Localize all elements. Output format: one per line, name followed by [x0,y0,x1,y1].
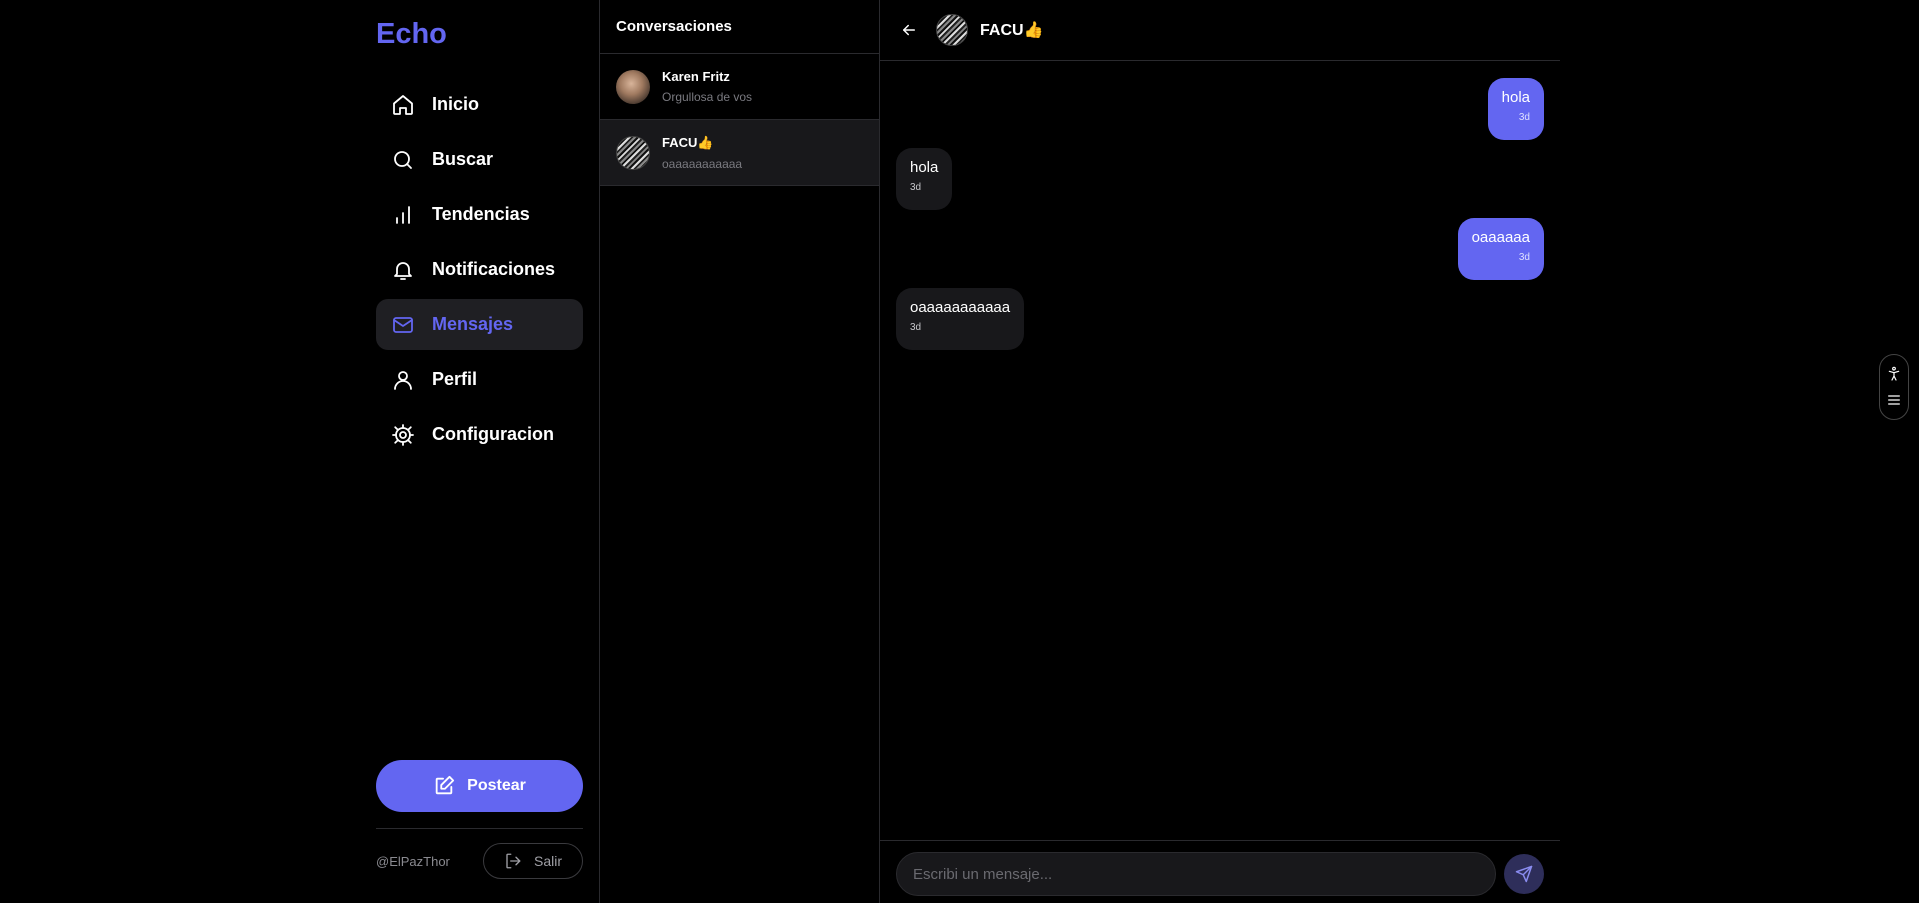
avatar [616,69,650,104]
logout-label: Salir [533,853,562,869]
chat-contact-name: FACU👍 [980,22,1044,39]
menu-icon[interactable] [1886,392,1902,408]
chat-avatar [936,14,968,46]
user-handle: @ElPazThor [376,853,450,869]
nav-item-configuracion[interactable]: Configuracion [376,409,583,460]
nav-item-label: Perfil [432,369,478,389]
post-button[interactable]: Postear [376,760,583,812]
accessibility-icon[interactable] [1886,366,1902,382]
message-bubble-incoming: oaaaaaaaaaaa 3d [896,288,1025,350]
message-time: 3d [1518,252,1530,263]
conversation-name: Karen Fritz [662,69,730,84]
message-bubble-incoming: hola 3d [896,148,953,210]
nav-item-label: Configuracion [432,424,554,444]
send-button[interactable] [1504,854,1544,894]
mail-icon [391,313,415,337]
message-bubble-outgoing: oaaaaaa 3d [1457,218,1544,280]
app-logo[interactable]: Echo [376,18,447,51]
message-row: hola 3d [896,148,1544,210]
conversation-preview: Orgullosa de vos [662,90,753,104]
conversation-text: FACU👍 oaaaaaaaaaaa [662,135,742,171]
nav-item-tendencias[interactable]: Tendencias [376,189,583,240]
conversation-text: Karen Fritz Orgullosa de vos [662,69,752,104]
bar-chart-icon [391,203,415,227]
message-row: hola 3d [896,78,1544,140]
gear-icon [391,423,415,447]
sidebar: Echo Inicio Buscar Tendencias Notificaci… [376,0,583,903]
logout-button[interactable]: Salir [483,843,583,879]
message-time: 3d [910,322,922,333]
conversations-title: Conversaciones [616,18,732,35]
nav-item-inicio[interactable]: Inicio [376,79,583,130]
message-input[interactable] [896,852,1496,896]
nav-item-buscar[interactable]: Buscar [376,134,583,185]
main-nav: Inicio Buscar Tendencias Notificaciones … [376,79,583,464]
avatar [616,135,650,170]
chat-header: FACU👍 [880,0,1560,61]
edit-icon [435,775,455,795]
post-button-label: Postear [467,777,526,794]
conversations-panel: Conversaciones Karen Fritz Orgullosa de … [600,0,879,903]
message-time: 3d [1518,112,1530,123]
sidebar-divider [376,828,583,829]
nav-item-label: Notificaciones [432,259,556,279]
nav-item-perfil[interactable]: Perfil [376,354,583,405]
logout-icon [506,853,521,869]
search-icon [391,148,415,172]
message-text: oaaaaaaaaaaa [910,299,1011,316]
message-bubble-outgoing: hola 3d [1487,78,1544,140]
back-arrow-icon[interactable] [900,21,918,39]
message-list: hola 3d hola 3d oaaaaaa 3d oaaaaaaaaaaa … [896,78,1544,358]
nav-item-mensajes[interactable]: Mensajes [376,299,583,350]
conversation-item-karen-fritz[interactable]: Karen Fritz Orgullosa de vos [600,54,879,120]
chat-panel: FACU👍 hola 3d hola 3d oaaaaaa 3d oaaaaaa… [880,0,1560,903]
nav-item-notificaciones[interactable]: Notificaciones [376,244,583,295]
message-text: hola [910,159,939,176]
nav-item-label: Inicio [432,94,480,114]
nav-item-label: Buscar [432,149,494,169]
message-time: 3d [910,182,922,193]
sidebar-footer: @ElPazThor Salir [376,843,583,879]
conversation-name: FACU👍 [662,134,714,150]
composer-divider [880,840,1560,841]
home-icon [391,93,415,117]
message-row: oaaaaaa 3d [896,218,1544,280]
accessibility-widget [1879,354,1909,420]
user-icon [391,368,415,392]
nav-item-label: Mensajes [432,314,514,334]
message-row: oaaaaaaaaaaa 3d [896,288,1544,350]
message-text: hola [1501,89,1530,106]
conversations-header: Conversaciones [600,0,879,54]
nav-item-label: Tendencias [432,204,530,224]
conversation-item-facu[interactable]: FACU👍 oaaaaaaaaaaa [600,120,879,186]
message-text: oaaaaaa [1471,229,1530,246]
conversation-preview: oaaaaaaaaaaa [662,156,743,171]
send-icon [1515,865,1533,883]
bell-icon [391,258,415,282]
